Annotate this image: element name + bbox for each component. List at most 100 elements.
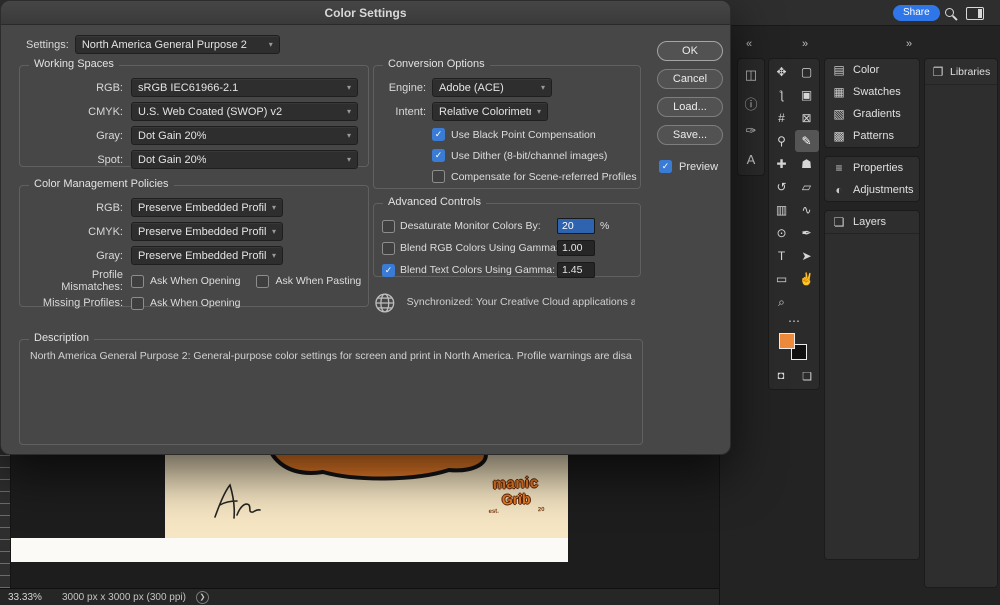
missing-ask-opening-checkbox[interactable] [131,296,144,310]
share-button[interactable]: Share [893,5,940,21]
spot-working-space-dropdown[interactable]: Dot Gain 20% ▾ [131,150,358,169]
desaturate-monitor-input[interactable]: 20 [557,218,595,234]
settings-dropdown[interactable]: North America General Purpose 2 ▾ [74,35,280,54]
save-button[interactable]: Save... [657,125,723,145]
crop-tool[interactable]: # [770,107,794,129]
cancel-button[interactable]: Cancel [657,69,723,89]
panel-item-patterns[interactable]: ▩ Patterns [825,125,919,147]
path-selection-tool[interactable]: ➤ [795,245,819,267]
tab-libraries[interactable]: ❐ Libraries [925,59,997,85]
pen-tool[interactable]: ✒ [795,222,819,244]
checkbox-label: Desaturate Monitor Colors By: [400,220,541,232]
eyedropper-tool[interactable]: ⚲ [770,130,794,152]
panel-item-label: Adjustments [853,184,914,196]
blend-text-gamma-checkbox[interactable]: ✓ [382,263,395,277]
panel-item-swatches[interactable]: ▦ Swatches [825,81,919,103]
character-icon[interactable]: A [738,145,764,173]
dialog-title[interactable]: Color Settings [1,1,730,25]
layers-label: Layers [853,216,887,228]
hand-tool[interactable]: ✌ [795,268,819,290]
gray-policy-dropdown[interactable]: Preserve Embedded Profiles ▾ [131,246,283,265]
ok-button[interactable]: OK [657,41,723,61]
type-tool[interactable]: T [770,245,794,267]
cmyk-working-space-dropdown[interactable]: U.S. Web Coated (SWOP) v2 ▾ [131,102,358,121]
chevron-down-icon: ▾ [536,107,541,116]
brush-tool[interactable]: ✎ [794,130,819,152]
black-point-compensation-checkbox[interactable]: ✓ [432,128,445,141]
chevron-down-icon: ▾ [271,251,276,260]
color-swatches [769,331,819,367]
mismatch-ask-pasting-checkbox[interactable] [256,274,270,288]
rgb-working-space-dropdown[interactable]: sRGB IEC61966-2.1 ▾ [131,78,358,97]
expand-panel-column-icon[interactable]: » [906,38,912,50]
use-dither-checkbox[interactable]: ✓ [432,149,445,162]
histogram-icon[interactable]: ◫ [738,61,764,89]
properties-icon: ≡ [835,161,843,175]
libraries-label: Libraries [950,65,991,78]
lasso-tool[interactable]: ƪ [770,84,794,106]
move-tool[interactable]: ✥ [770,61,794,83]
rectangular-marquee-tool[interactable]: ▢ [795,61,819,83]
load-button[interactable]: Load... [657,97,723,117]
brush-settings-icon[interactable]: ✑ [738,117,764,145]
gradient-tool[interactable]: ▥ [770,199,794,221]
engine-dropdown[interactable]: Adobe (ACE) ▾ [432,78,552,97]
healing-brush-tool[interactable]: ✚ [770,153,794,175]
panel-item-adjustments[interactable]: ◐ Adjustments [825,179,919,201]
mismatch-ask-pasting-label: Ask When Pasting [275,275,362,287]
workspace-icon[interactable] [966,7,984,20]
search-icon[interactable] [945,8,954,17]
dodge-tool[interactable]: ⊙ [770,222,794,244]
cmyk-policy-dropdown[interactable]: Preserve Embedded Profiles ▾ [131,222,283,241]
info-icon[interactable]: ⓘ [738,89,764,117]
panel-item-properties[interactable]: ≡ Properties [825,157,919,179]
expand-panels-icon[interactable]: » [802,38,808,50]
status-chevron-icon[interactable]: ❯ [195,590,209,604]
preview-checkbox[interactable]: ✓ [659,160,672,173]
rectangle-tool[interactable]: ▭ [770,268,794,290]
mismatch-ask-opening-checkbox[interactable] [131,274,144,288]
field-label: Spot: [97,153,123,166]
foreground-color-swatch[interactable] [779,333,795,349]
working-space-row: Gray: Dot Gain 20% ▾ [28,126,358,145]
blend-text-gamma-input[interactable]: 1.45 [557,262,595,278]
conversion-option: ✓ Use Black Point Compensation [432,126,630,143]
dropdown-value: U.S. Web Coated (SWOP) v2 [138,105,283,118]
blend-rgb-gamma-checkbox[interactable] [382,241,395,255]
globe-icon [375,293,395,313]
working-space-row: RGB: sRGB IEC61966-2.1 ▾ [28,78,358,97]
edit-toolbar-icon[interactable]: ⋯ [769,313,819,329]
preview-row: ✓ Preview [659,160,718,173]
dropdown-value: sRGB IEC61966-2.1 [138,81,239,94]
collapse-panels-icon[interactable]: « [746,38,752,50]
canvas-artwork[interactable]: manic Grib est. 20 [165,455,568,538]
artwork-title: manic Grib est. 20 [479,474,552,515]
eraser-tool[interactable]: ▱ [795,176,819,198]
advanced-row: ✓ Blend Text Colors Using Gamma: 1.45 [382,260,630,280]
screen-mode-icon[interactable]: ❏ [795,367,819,385]
panel-item-gradients[interactable]: ▧ Gradients [825,103,919,125]
conversion-option: ✓ Use Dither (8-bit/channel images) [432,147,630,164]
panel-item-color[interactable]: ▤ Color [825,59,919,81]
layers-panel-body [825,233,919,559]
scene-referred-profiles-checkbox[interactable] [432,170,445,183]
clone-stamp-tool[interactable]: ☗ [795,153,819,175]
tab-layers[interactable]: ❏ Layers [825,211,919,233]
blur-tool[interactable]: ∿ [795,199,819,221]
panel-group-color: ▤ Color ▦ Swatches ▧ Gradients ▩ Patterns [824,58,920,148]
history-brush-tool[interactable]: ↺ [770,176,794,198]
rgb-policy-dropdown[interactable]: Preserve Embedded Profiles ▾ [131,198,283,217]
intent-dropdown[interactable]: Relative Colorimetric ▾ [432,102,548,121]
zoom-tool[interactable]: ⌕ [770,291,794,313]
frame-tool[interactable]: ⊠ [795,107,819,129]
quick-mask-icon[interactable]: ◘ [769,367,793,385]
mismatch-label: Profile Mismatches: [61,269,123,293]
checkbox-label: Blend Text Colors Using Gamma: [400,264,556,276]
gray-working-space-dropdown[interactable]: Dot Gain 20% ▾ [131,126,358,145]
panel-item-label: Swatches [853,86,901,98]
object-selection-tool[interactable]: ▣ [795,84,819,106]
desaturate-monitor-checkbox[interactable] [382,219,395,233]
blend-rgb-gamma-input[interactable]: 1.00 [557,240,595,256]
chevron-down-icon: ▾ [268,40,273,49]
zoom-level[interactable]: 33.33% [8,592,48,603]
